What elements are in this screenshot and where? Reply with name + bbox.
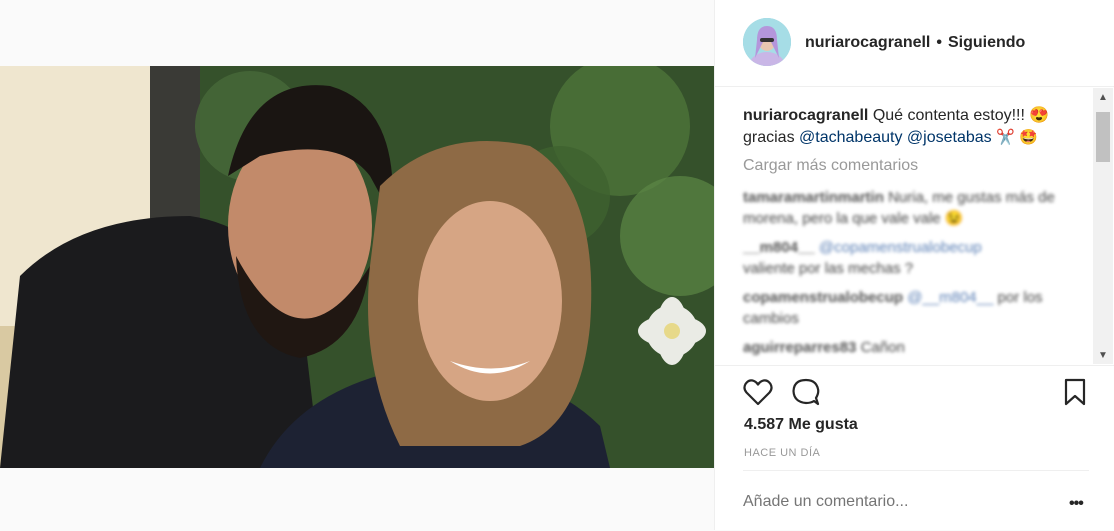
comment-text: Cañon <box>860 339 905 356</box>
scroll-up-arrow-icon[interactable]: ▲ <box>1093 88 1113 106</box>
caption-username[interactable]: nuriarocagranell <box>743 107 868 124</box>
caption-text: Qué contenta estoy!!! 😍 <box>872 107 1050 124</box>
comment-composer: ••• <box>743 470 1089 531</box>
heart-icon[interactable] <box>743 378 773 411</box>
mention-link[interactable]: @tachabeauty <box>799 129 902 146</box>
bookmark-icon-shape <box>1064 378 1086 406</box>
post-sidebar: nuriarocagranell • Siguiendo nuriarocagran… <box>714 0 1114 530</box>
post-actions <box>715 365 1114 416</box>
comments-list[interactable]: nuriarocagranell Qué contenta estoy!!! 😍… <box>715 87 1093 364</box>
follow-button[interactable]: Siguiendo <box>948 34 1025 51</box>
comment-item: __m804__ @copamenstrualobecup valiente p… <box>743 237 1073 279</box>
scroll-thumb[interactable] <box>1096 112 1110 162</box>
comment-username[interactable]: __m804__ <box>743 239 815 256</box>
header-separator: • <box>936 34 942 51</box>
author-username[interactable]: nuriarocagranell <box>805 34 930 51</box>
photo-illustration <box>0 66 714 468</box>
avatar[interactable] <box>743 18 791 66</box>
comment-item: tamaramartinmartin Nuria, me gustas más … <box>743 187 1073 229</box>
bookmark-icon[interactable] <box>1063 378 1087 411</box>
comment-item: copamenstrualobecup @__m804__ por los ca… <box>743 287 1073 329</box>
comment-icon-shape <box>792 378 820 406</box>
caption-emojis: ✂️ 🤩 <box>996 129 1038 146</box>
heart-icon-shape <box>743 379 773 406</box>
comment-mention[interactable]: @copamenstrualobecup <box>819 239 982 256</box>
comment-input[interactable] <box>743 493 1043 511</box>
comment-username[interactable]: copamenstrualobecup <box>743 289 903 306</box>
avatar-image <box>743 18 791 66</box>
post-photo[interactable] <box>0 66 714 468</box>
comments-scrollbar[interactable]: ▲ ▼ <box>1093 88 1113 364</box>
comment-text: valiente por las mechas ? <box>743 260 914 277</box>
comment-mention[interactable]: @__m804__ <box>907 289 993 306</box>
comment-thread: tamaramartinmartin Nuria, me gustas más … <box>743 187 1073 364</box>
load-more-comments[interactable]: Cargar más comentarios <box>743 157 918 175</box>
header-line: nuriarocagranell • Siguiendo <box>805 34 1025 52</box>
photo-area <box>0 0 714 530</box>
more-icon[interactable]: ••• <box>1069 495 1084 513</box>
caption-line2: gracias <box>743 129 800 146</box>
comment-item: aguirreparres83 Cañon <box>743 337 1073 358</box>
post-caption: nuriarocagranell Qué contenta estoy!!! 😍… <box>743 105 1083 149</box>
post-header: nuriarocagranell • Siguiendo <box>715 0 1114 87</box>
likes-count[interactable]: 4.587 Me gusta <box>744 416 858 434</box>
post-timestamp[interactable]: HACE UN DÍA <box>744 447 820 459</box>
scroll-down-arrow-icon[interactable]: ▼ <box>1093 346 1113 364</box>
comment-username[interactable]: aguirreparres83 <box>743 339 856 356</box>
comment-username[interactable]: tamaramartinmartin <box>743 189 884 206</box>
comment-icon[interactable] <box>791 378 821 411</box>
mention-link[interactable]: @josetabas <box>907 129 992 146</box>
